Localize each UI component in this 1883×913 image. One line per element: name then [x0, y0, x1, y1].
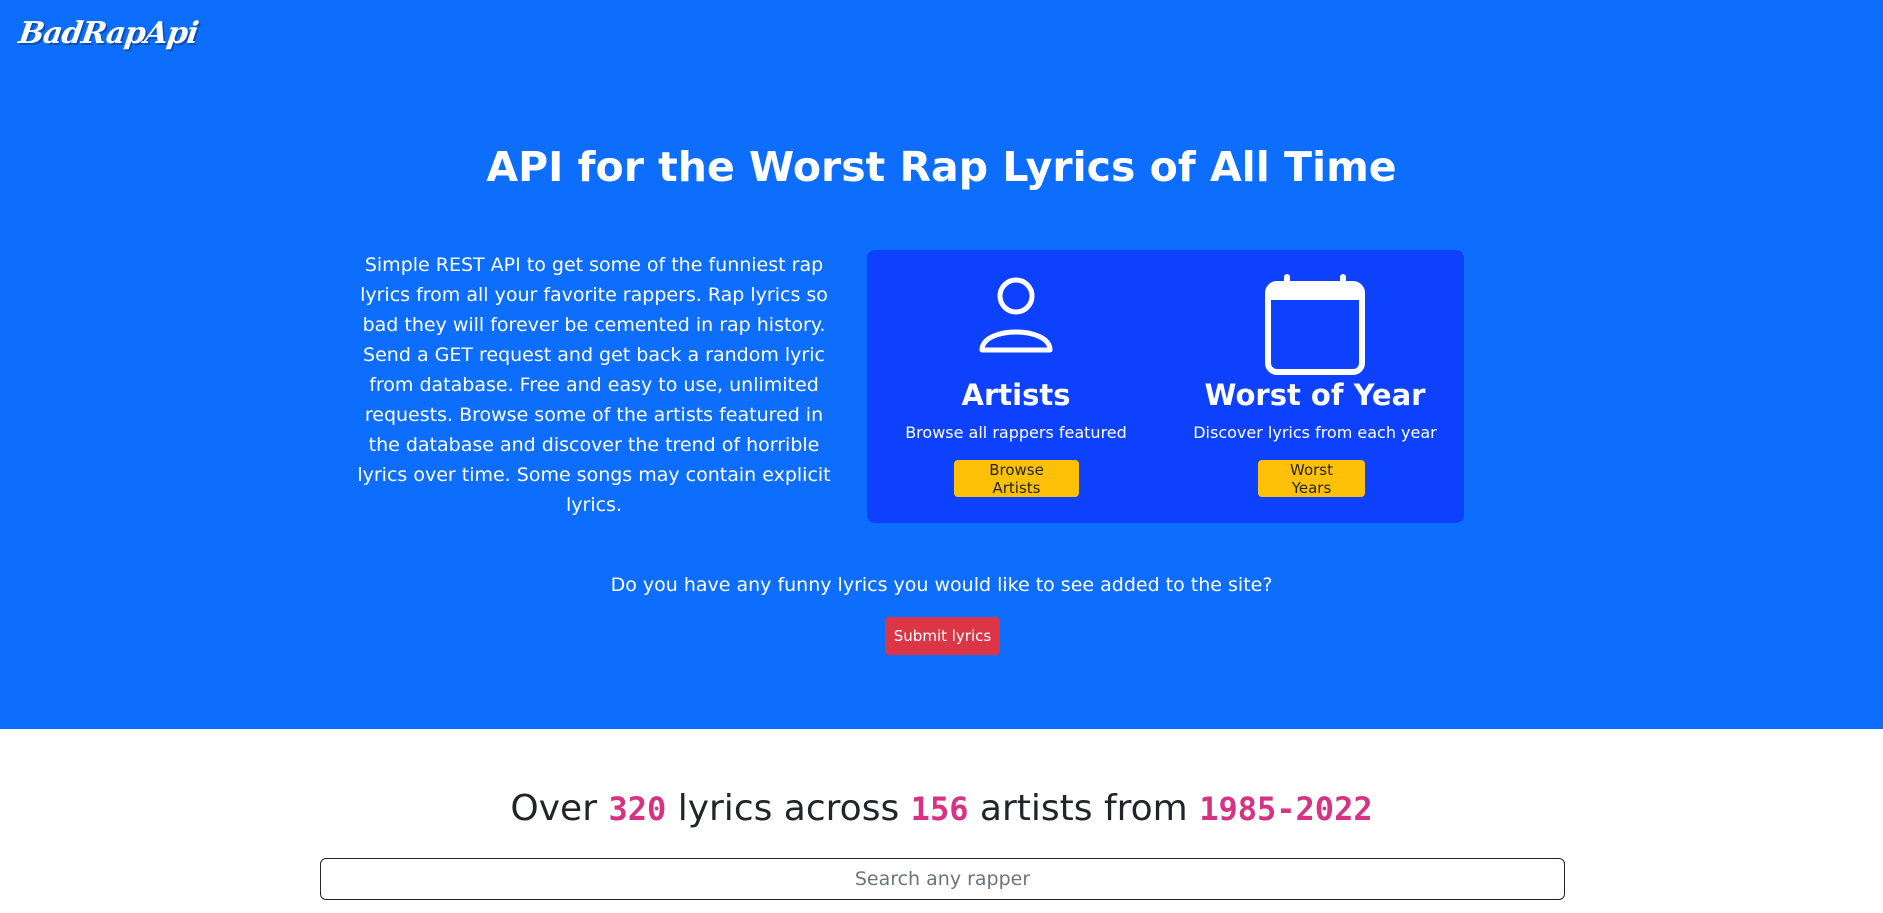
artists-card-title: Artists: [961, 378, 1071, 412]
stats-heading: Over 320 lyrics across 156 artists from …: [0, 788, 1883, 829]
page-title: API for the Worst Rap Lyrics of All Time: [486, 143, 1397, 191]
worst-of-year-card: Worst of Year Discover lyrics from each …: [1166, 250, 1464, 523]
calendar-icon: [1166, 274, 1464, 378]
artists-card: Artists Browse all rappers featured Brow…: [867, 250, 1165, 523]
site-logo[interactable]: BadRapApi: [17, 16, 200, 51]
hero-section: BadRapApi API for the Worst Rap Lyrics o…: [0, 0, 1883, 729]
person-icon: [867, 274, 1165, 378]
artists-count: 156: [910, 790, 969, 828]
worst-of-year-card-subtitle: Discover lyrics from each year: [1193, 423, 1437, 442]
search-input[interactable]: [320, 858, 1565, 900]
submit-question: Do you have any funny lyrics you would l…: [610, 574, 1273, 596]
submit-lyrics-button[interactable]: Submit lyrics: [885, 617, 1000, 655]
stats-prefix: Over: [510, 788, 597, 829]
worst-of-year-card-title: Worst of Year: [1204, 378, 1426, 412]
worst-years-button[interactable]: Worst Years: [1258, 460, 1365, 497]
intro-paragraph: Simple REST API to get some of the funni…: [357, 254, 831, 516]
stats-middle-1: lyrics across: [677, 788, 900, 829]
artists-card-subtitle: Browse all rappers featured: [905, 423, 1127, 442]
lyrics-count: 320: [608, 790, 667, 828]
feature-cards: Artists Browse all rappers featured Brow…: [867, 250, 1464, 523]
year-range: 1985-2022: [1199, 790, 1373, 828]
stats-middle-2: artists from: [979, 788, 1188, 829]
browse-artists-button[interactable]: Browse Artists: [954, 460, 1079, 497]
